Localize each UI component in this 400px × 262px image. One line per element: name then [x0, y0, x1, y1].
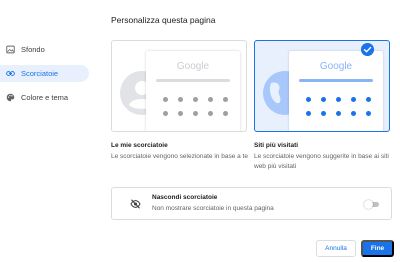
- done-button[interactable]: Fine: [361, 240, 394, 257]
- sidebar-item-label: Sfondo: [21, 45, 45, 54]
- hide-shortcuts-row: Nascondi scorciatoie Non mostrare scorci…: [111, 187, 392, 220]
- cancel-button[interactable]: Annulla: [316, 240, 356, 257]
- hide-shortcuts-description: Non mostrare scorciatoie in questa pagin…: [152, 205, 274, 212]
- search-bar-preview: [299, 79, 373, 82]
- palette-icon: [6, 93, 15, 102]
- my-shortcuts-title: Le mie scorciatoie: [111, 142, 168, 149]
- google-logo-text: Google: [319, 61, 353, 72]
- shortcut-dots-row: [306, 111, 371, 116]
- selected-check-icon: [361, 43, 374, 56]
- most-visited-description: Le scorciatoie vengono suggerite in base…: [254, 153, 389, 170]
- my-shortcuts-card[interactable]: Google: [111, 40, 247, 132]
- shortcut-dots-row: [306, 97, 371, 102]
- sidebar-item-shortcuts[interactable]: Scorciatoie: [0, 65, 89, 82]
- shortcuts-preview: Google: [289, 51, 383, 131]
- shortcut-dots-row: [163, 97, 228, 102]
- shortcut-dots-row: [163, 111, 228, 116]
- sidebar-item-label: Scorciatoie: [21, 69, 59, 78]
- google-logo-text: Google: [176, 61, 210, 72]
- my-shortcuts-description: Le scorciatoie vengono selezionate in ba…: [111, 153, 248, 160]
- sidebar-item-label: Colore e tema: [21, 93, 69, 102]
- hide-shortcuts-toggle[interactable]: [364, 200, 380, 209]
- link-icon: [6, 71, 15, 76]
- background-icon: [6, 45, 15, 54]
- most-visited-title: Siti più visitati: [254, 142, 299, 149]
- shortcuts-preview: Google: [146, 51, 240, 131]
- hide-shortcuts-title: Nascondi scorciatoie: [152, 194, 218, 201]
- eye-off-icon: [130, 199, 141, 209]
- toggle-knob: [364, 200, 373, 209]
- page-title: Personalizza questa pagina: [111, 15, 216, 25]
- search-bar-preview: [156, 79, 230, 82]
